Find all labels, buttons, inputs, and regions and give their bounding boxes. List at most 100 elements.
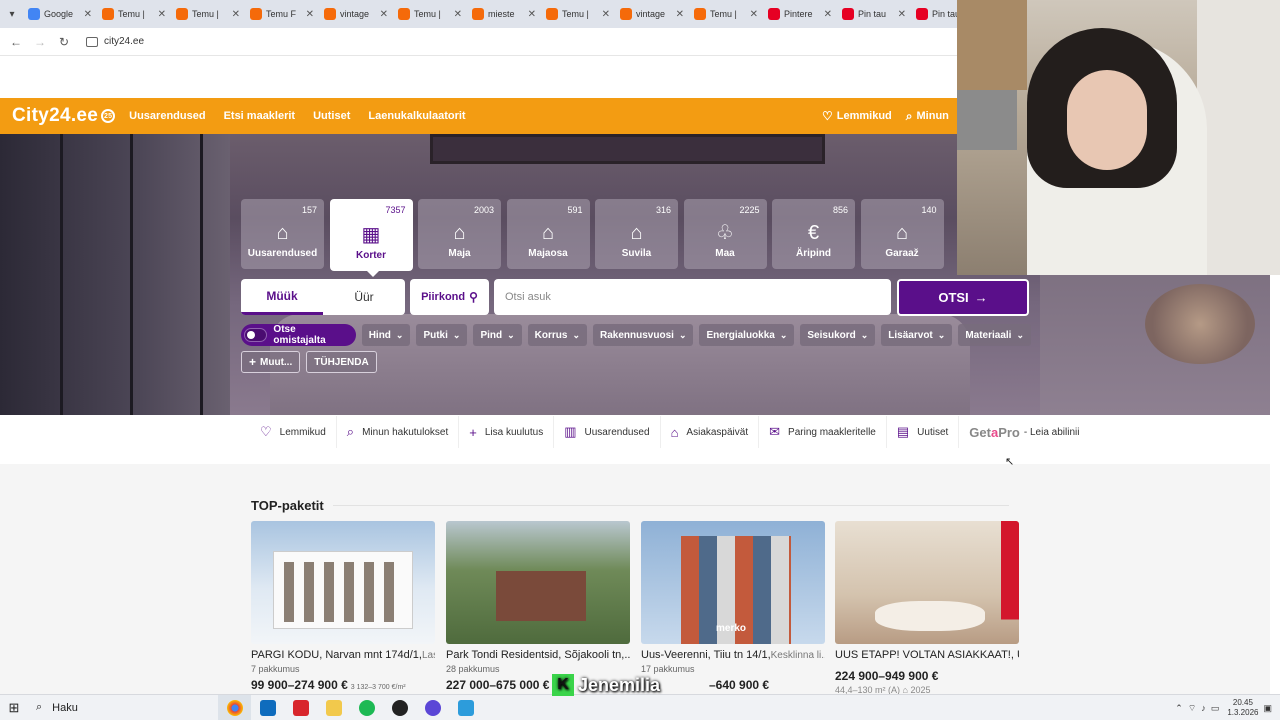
header-my-searches[interactable]: ⌕ Minun bbox=[906, 109, 949, 124]
filter-dropdown[interactable]: Energialuokka ⌄ bbox=[699, 324, 795, 346]
app-circle-taskbar-icon[interactable] bbox=[383, 695, 416, 720]
volume-icon[interactable]: ♪ bbox=[1201, 703, 1206, 713]
close-icon[interactable]: ✕ bbox=[158, 9, 166, 20]
browser-tab[interactable]: Temu | ✕ bbox=[98, 0, 172, 28]
app-blue-taskbar-icon[interactable] bbox=[449, 695, 482, 720]
close-icon[interactable]: ✕ bbox=[528, 9, 536, 20]
browser-tab[interactable]: Temu | ✕ bbox=[172, 0, 246, 28]
header-favorites[interactable]: ♡ Lemmikud bbox=[822, 109, 892, 123]
forward-icon[interactable]: → bbox=[28, 35, 52, 49]
back-icon[interactable]: ← bbox=[4, 35, 28, 49]
close-icon[interactable]: ✕ bbox=[306, 9, 314, 20]
notifications-icon[interactable]: ▣ bbox=[1263, 703, 1272, 714]
quick-link[interactable]: ✉ Paring maakleritelle bbox=[759, 416, 887, 448]
filter-label: Energialuokka bbox=[706, 329, 775, 341]
site-info-icon[interactable] bbox=[86, 36, 98, 47]
url-field[interactable]: city24.ee bbox=[86, 36, 144, 47]
category-card-house-part[interactable]: 591 ⌂ Majaosa bbox=[506, 199, 590, 269]
listing-image[interactable] bbox=[835, 521, 1019, 644]
deal-buy-tab[interactable]: Müük bbox=[241, 279, 323, 315]
category-card-new-development[interactable]: 157 ⌂ Uusarendused bbox=[241, 199, 324, 269]
reload-icon[interactable]: ↻ bbox=[52, 35, 76, 49]
browser-tab[interactable]: Temu | ✕ bbox=[542, 0, 616, 28]
filter-dropdown[interactable]: Rakennusvuosi ⌄ bbox=[593, 324, 694, 346]
filter-dropdown[interactable]: Seisukord ⌄ bbox=[800, 324, 876, 346]
nav-link-new-developments[interactable]: Uusarendused bbox=[129, 110, 205, 122]
taskbar-search[interactable]: ⌕ Haku bbox=[28, 695, 218, 720]
windows-start-icon[interactable]: ⊞ bbox=[0, 700, 28, 716]
more-filters-button[interactable]: + Muut... bbox=[241, 351, 301, 373]
close-icon[interactable]: ✕ bbox=[824, 9, 832, 20]
listing-image[interactable] bbox=[446, 521, 630, 644]
browser-tab[interactable]: vintage ✕ bbox=[616, 0, 690, 28]
search-input[interactable] bbox=[494, 279, 891, 315]
listing-image[interactable] bbox=[251, 521, 435, 644]
app-purple-taskbar-icon[interactable] bbox=[416, 695, 449, 720]
network-icon[interactable]: ⌔ bbox=[1188, 703, 1196, 714]
taskbar-clock[interactable]: 20.45 1.3.2026 bbox=[1227, 698, 1258, 718]
deal-rent-tab[interactable]: Üür bbox=[323, 279, 405, 315]
browser-tab[interactable]: Pin tau ✕ bbox=[838, 0, 912, 28]
nav-link-news[interactable]: Uutiset bbox=[313, 110, 350, 122]
category-card-garage[interactable]: 140 ⌂ Garaaž bbox=[860, 199, 944, 269]
nav-link-find-broker[interactable]: Etsi maaklerit bbox=[224, 110, 296, 122]
filter-dropdown[interactable]: Putki ⌄ bbox=[416, 324, 468, 346]
listing-title[interactable]: PARGI KODU, Narvan mnt 174d/1,Las... bbox=[251, 649, 435, 661]
browser-tab[interactable]: vintage ✕ bbox=[320, 0, 394, 28]
filter-dropdown[interactable]: Hind ⌄ bbox=[361, 324, 411, 346]
chrome-taskbar-icon[interactable] bbox=[218, 694, 251, 720]
close-icon[interactable]: ✕ bbox=[602, 9, 610, 20]
outlook-taskbar-icon[interactable] bbox=[251, 695, 284, 720]
close-icon[interactable]: ✕ bbox=[232, 9, 240, 20]
listing-card[interactable]: merko Uus-Veerenni, Tiiu tn 14/1,Kesklin… bbox=[641, 521, 825, 692]
quick-link[interactable]: ▥ Uusarendused bbox=[554, 416, 661, 448]
toggle-switch[interactable] bbox=[244, 328, 268, 342]
listing-title[interactable]: Uus-Veerenni, Tiiu tn 14/1,Kesklinna li.… bbox=[641, 649, 825, 661]
listing-title[interactable]: Park Tondi Residentsid, Sõjakooli tn,... bbox=[446, 649, 630, 661]
filter-dropdown[interactable]: Materiaali ⌄ bbox=[958, 324, 1031, 346]
quick-link[interactable]: ⌕ Minun hakutulokset bbox=[337, 416, 460, 448]
close-icon[interactable]: ✕ bbox=[380, 9, 388, 20]
close-icon[interactable]: ✕ bbox=[750, 9, 758, 20]
category-card-apartment[interactable]: 7357 ▦ Korter bbox=[329, 199, 413, 277]
close-icon[interactable]: ✕ bbox=[84, 9, 92, 20]
close-icon[interactable]: ✕ bbox=[898, 9, 906, 20]
listing-image[interactable]: merko bbox=[641, 521, 825, 644]
getapro-link[interactable]: GetaPro - Leia abilinii bbox=[959, 416, 1089, 448]
filter-dropdown[interactable]: Korrus ⌄ bbox=[527, 324, 588, 346]
category-card-house[interactable]: 2003 ⌂ Maja bbox=[418, 199, 501, 269]
listing-card[interactable]: UUS ETAPP! VOLTAN ASIAKKAAT!, U... 224 9… bbox=[835, 521, 1019, 695]
category-card-land[interactable]: 2225 ♧ Maa bbox=[683, 199, 767, 269]
site-logo[interactable]: City24.ee 25 bbox=[12, 105, 116, 127]
listing-card[interactable]: Park Tondi Residentsid, Sõjakooli tn,...… bbox=[446, 521, 630, 692]
quick-link[interactable]: ⌂ Asiakaspäivät bbox=[661, 416, 760, 448]
clear-filters-button[interactable]: TÜHJENDA bbox=[306, 351, 377, 373]
browser-tab[interactable]: mieste ✕ bbox=[468, 0, 542, 28]
close-icon[interactable]: ✕ bbox=[454, 9, 462, 20]
file-explorer-taskbar-icon[interactable] bbox=[317, 695, 350, 720]
browser-tab[interactable]: Google ✕ bbox=[24, 0, 98, 28]
nav-link-loan-calculator[interactable]: Laenukalkulaatorit bbox=[368, 110, 465, 122]
browser-tab[interactable]: Temu | ✕ bbox=[690, 0, 764, 28]
browser-tab[interactable]: Pintere ✕ bbox=[764, 0, 838, 28]
listing-title[interactable]: UUS ETAPP! VOLTAN ASIAKKAAT!, U... bbox=[835, 649, 1019, 661]
listing-card[interactable]: PARGI KODU, Narvan mnt 174d/1,Las... 7 p… bbox=[251, 521, 435, 692]
owner-only-toggle[interactable]: Otse omistajalta bbox=[241, 324, 356, 346]
browser-tab[interactable]: Temu | ✕ bbox=[394, 0, 468, 28]
close-icon[interactable]: ✕ bbox=[676, 9, 684, 20]
category-card-cottage[interactable]: 316 ⌂ Suvila bbox=[595, 199, 678, 269]
quick-link[interactable]: ▤ Uutiset bbox=[887, 416, 960, 448]
filter-dropdown[interactable]: Lisäarvot ⌄ bbox=[881, 324, 953, 346]
search-button[interactable]: OTSI → bbox=[897, 279, 1029, 316]
battery-icon[interactable]: ▭ bbox=[1211, 703, 1220, 714]
quick-link[interactable]: ♡ Lemmikud bbox=[250, 416, 337, 448]
filter-dropdown[interactable]: Pind ⌄ bbox=[473, 324, 522, 346]
spotify-taskbar-icon[interactable] bbox=[350, 695, 383, 720]
category-card-commercial[interactable]: 856 € Äripind bbox=[772, 199, 855, 269]
browser-tab[interactable]: Temu F ✕ bbox=[246, 0, 320, 28]
app-l-taskbar-icon[interactable] bbox=[284, 695, 317, 720]
region-button[interactable]: Piirkond ⚲ bbox=[410, 279, 489, 315]
quick-link[interactable]: + Lisa kuulutus bbox=[459, 416, 555, 448]
tray-chevron-icon[interactable]: ⌃ bbox=[1175, 703, 1183, 714]
tab-search-menu-icon[interactable]: ▾ bbox=[0, 9, 24, 20]
